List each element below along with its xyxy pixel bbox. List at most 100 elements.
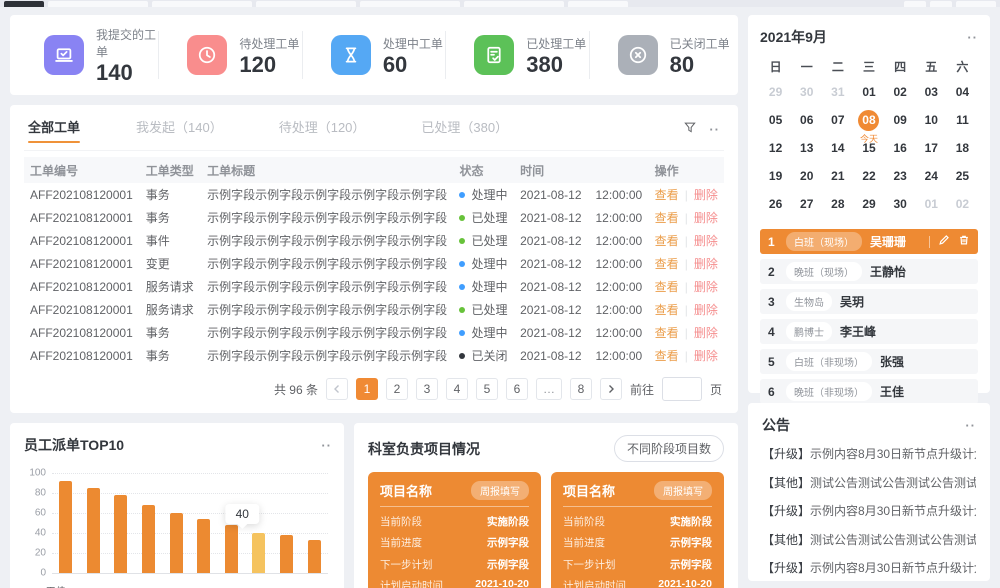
page-button[interactable]: 6	[506, 378, 528, 400]
schedule-item[interactable]: 5 白班（非现场） 张强	[760, 349, 978, 374]
announcement-item[interactable]: 【升级】示例内容8月30日新节点升级计划通知	[762, 559, 976, 576]
edit-icon[interactable]	[938, 233, 950, 251]
bar[interactable]	[308, 540, 321, 573]
calendar-day[interactable]: 10	[916, 108, 947, 133]
page-button[interactable]: 5	[476, 378, 498, 400]
schedule-item[interactable]: 3 生物岛 吴玥	[760, 289, 978, 314]
calendar-day[interactable]: 16	[885, 136, 916, 161]
page-button[interactable]: 2	[386, 378, 408, 400]
delete-link[interactable]: 删除	[694, 211, 718, 225]
view-link[interactable]: 查看	[655, 257, 679, 271]
weekly-report-badge[interactable]: 周报填写	[471, 481, 529, 500]
top-tab[interactable]	[48, 1, 148, 7]
schedule-item[interactable]: 1 白班（现场） 吴珊珊	[760, 229, 978, 254]
stat-card[interactable]: 待处理工单 120	[159, 31, 302, 79]
top-tab[interactable]	[360, 1, 460, 7]
bar[interactable]	[252, 533, 265, 573]
page-button[interactable]: 4	[446, 378, 468, 400]
calendar-day[interactable]: 27	[791, 192, 822, 217]
next-page-button[interactable]	[600, 378, 622, 400]
announcement-item[interactable]: 【其他】测试公告测试公告测试公告测试公告测试公告	[762, 474, 976, 491]
page-button[interactable]: 8	[570, 378, 592, 400]
calendar-day[interactable]: 01	[853, 80, 884, 105]
delete-link[interactable]: 删除	[694, 326, 718, 340]
calendar-day[interactable]: 30	[885, 192, 916, 217]
announcement-item[interactable]: 【其他】测试公告测试公告测试公告测试公告测试公告	[762, 531, 976, 548]
bar[interactable]	[225, 525, 238, 573]
column-header[interactable]: 时间	[514, 157, 649, 183]
view-link[interactable]: 查看	[655, 326, 679, 340]
calendar-day[interactable]: 15	[853, 136, 884, 161]
view-link[interactable]: 查看	[655, 211, 679, 225]
bar[interactable]	[114, 495, 127, 573]
bar[interactable]	[280, 535, 293, 573]
page-ellipsis[interactable]: …	[536, 378, 562, 400]
bar[interactable]	[142, 505, 155, 573]
stage-count-button[interactable]: 不同阶段项目数	[614, 435, 724, 462]
delete-link[interactable]: 删除	[694, 188, 718, 202]
delete-link[interactable]: 删除	[694, 303, 718, 317]
calendar-day[interactable]: 03	[916, 80, 947, 105]
prev-page-button[interactable]	[326, 378, 348, 400]
top-tab[interactable]	[256, 1, 356, 7]
calendar-day[interactable]: 23	[885, 164, 916, 189]
stat-card[interactable]: 已关闭工单 80	[590, 31, 732, 79]
workorder-tab[interactable]: 已处理（380）	[421, 117, 508, 142]
column-header[interactable]: 工单标题	[201, 157, 453, 183]
stat-card[interactable]: 我提交的工单 140	[16, 31, 159, 79]
calendar-day[interactable]: 21	[822, 164, 853, 189]
view-link[interactable]: 查看	[655, 349, 679, 363]
calendar-day[interactable]: 19	[760, 164, 791, 189]
calendar-day[interactable]: 18	[947, 136, 978, 161]
announcement-item[interactable]: 【升级】示例内容8月30日新节点升级计划通知	[762, 502, 976, 519]
calendar-day[interactable]: 29	[853, 192, 884, 217]
filter-icon[interactable]	[683, 120, 697, 139]
top-tab[interactable]	[464, 1, 564, 7]
calendar-day[interactable]: 29	[760, 80, 791, 105]
calendar-day[interactable]: 22	[853, 164, 884, 189]
bar[interactable]	[59, 481, 72, 573]
bar[interactable]	[87, 488, 100, 573]
calendar-day[interactable]: 08今天	[853, 108, 884, 133]
calendar-day[interactable]: 24	[916, 164, 947, 189]
calendar-day[interactable]: 28	[822, 192, 853, 217]
delete-link[interactable]: 删除	[694, 257, 718, 271]
delete-link[interactable]: 删除	[694, 280, 718, 294]
stat-card[interactable]: 已处理工单 380	[446, 31, 589, 79]
announcement-item[interactable]: 【升级】示例内容8月30日新节点升级计划通知	[762, 445, 976, 462]
calendar-day[interactable]: 02	[947, 192, 978, 217]
column-header[interactable]: 工单编号	[24, 157, 140, 183]
calendar-day[interactable]: 13	[791, 136, 822, 161]
delete-link[interactable]: 删除	[694, 349, 718, 363]
calendar-day[interactable]: 30	[791, 80, 822, 105]
page-button[interactable]: 3	[416, 378, 438, 400]
calendar-day[interactable]: 07	[822, 108, 853, 133]
calendar-day[interactable]: 12	[760, 136, 791, 161]
stat-card[interactable]: 处理中工单 60	[303, 31, 446, 79]
panel-menu-icon[interactable]: ··	[965, 418, 976, 433]
calendar-day[interactable]: 02	[885, 80, 916, 105]
calendar-day[interactable]: 11	[947, 108, 978, 133]
view-link[interactable]: 查看	[655, 303, 679, 317]
weekly-report-badge[interactable]: 周报填写	[654, 481, 712, 500]
calendar-day[interactable]: 31	[822, 80, 853, 105]
view-link[interactable]: 查看	[655, 188, 679, 202]
calendar-day[interactable]: 26	[760, 192, 791, 217]
column-header[interactable]: 操作	[649, 157, 724, 183]
calendar-day[interactable]: 01	[916, 192, 947, 217]
column-header[interactable]: 工单类型	[140, 157, 201, 183]
project-card[interactable]: 项目名称 周报填写 当前阶段 实施阶段 当前进度 示例字段 下一步计划 示例字段…	[551, 472, 724, 588]
calendar-day[interactable]: 05	[760, 108, 791, 133]
top-tab[interactable]	[904, 1, 926, 7]
page-button[interactable]: 1	[356, 378, 378, 400]
column-header[interactable]: 状态	[453, 157, 514, 183]
top-tab[interactable]	[4, 1, 44, 7]
schedule-item[interactable]: 4 鹏博士 李王峰	[760, 319, 978, 344]
top-tab[interactable]	[956, 1, 996, 7]
calendar-day[interactable]: 20	[791, 164, 822, 189]
workorder-tab[interactable]: 待处理（120）	[279, 117, 366, 142]
project-card[interactable]: 项目名称 周报填写 当前阶段 实施阶段 当前进度 示例字段 下一步计划 示例字段…	[368, 472, 541, 588]
schedule-item[interactable]: 2 晚班（现场） 王静怡	[760, 259, 978, 284]
trash-icon[interactable]	[958, 233, 970, 251]
panel-menu-icon[interactable]: ··	[321, 438, 332, 453]
